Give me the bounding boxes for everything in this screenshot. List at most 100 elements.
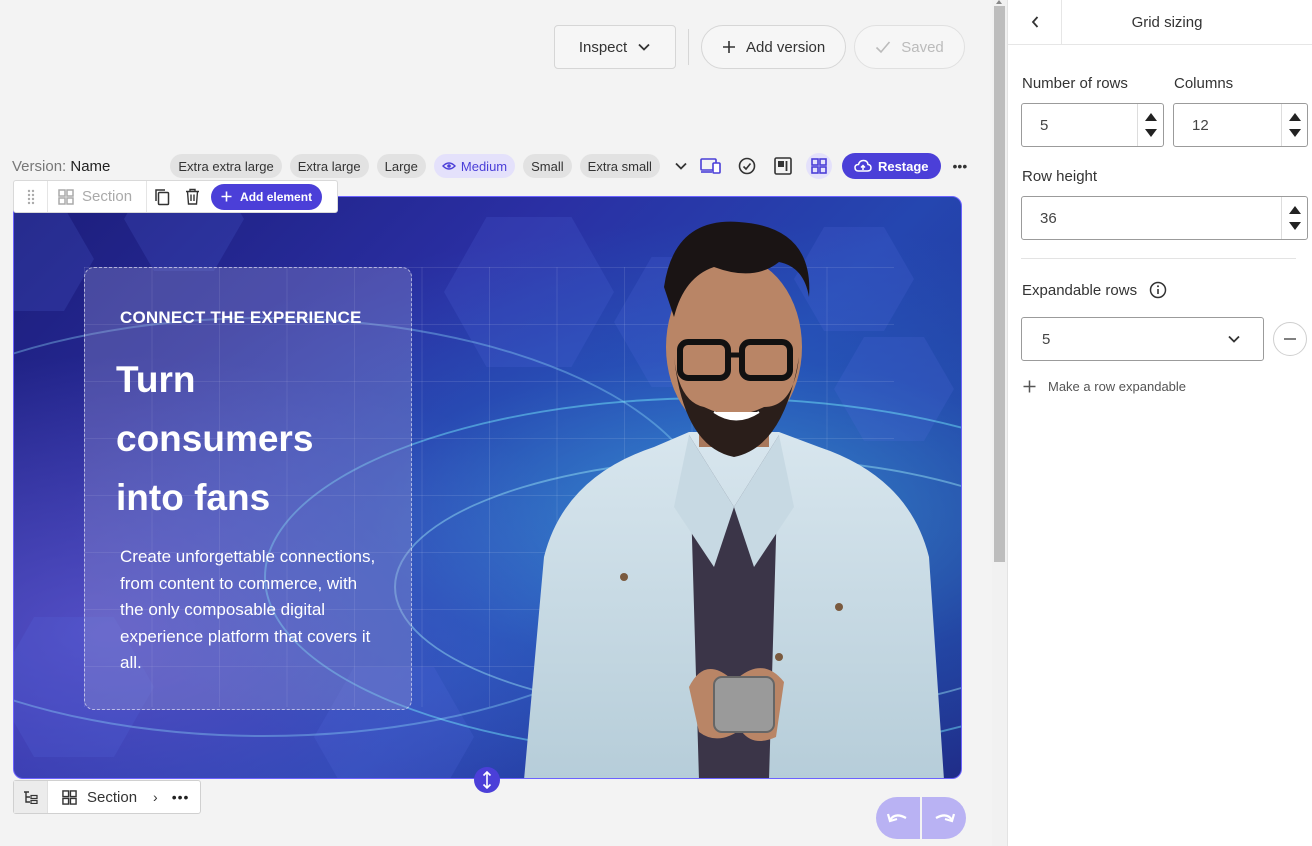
undo-icon [887, 813, 907, 823]
chevron-right-icon[interactable]: › [153, 789, 158, 805]
more-options-button[interactable]: ••• [953, 158, 968, 174]
inspect-button[interactable]: Inspect [554, 25, 676, 69]
divider [1021, 258, 1296, 259]
add-version-button[interactable]: Add version [701, 25, 847, 69]
section-label-group[interactable]: Section [48, 181, 148, 212]
breadcrumb-label: Section [87, 788, 138, 806]
rows-label: Number of rows [1022, 75, 1128, 92]
breakpoint-label: Extra extra large [178, 158, 274, 174]
breakpoint-label: Large [384, 158, 418, 174]
hero-section[interactable]: CONNECT THE EXPERIENCE Turn consumers in… [13, 196, 962, 779]
back-chevron-icon[interactable] [1008, 0, 1062, 44]
columns-stepper[interactable] [1281, 104, 1307, 146]
trash-icon[interactable] [177, 188, 207, 205]
eye-icon [441, 162, 456, 170]
plus-icon [723, 41, 735, 53]
plus-icon [221, 191, 232, 202]
canvas-area: Inspect Add version Saved Version: Name … [0, 0, 992, 846]
columns-label: Columns [1174, 75, 1234, 92]
row-height-value: 36 [1040, 209, 1057, 227]
check-circle-icon[interactable] [734, 153, 760, 179]
expandable-rows-select[interactable]: 5 [1021, 317, 1264, 361]
chevron-down-icon[interactable] [674, 159, 688, 173]
add-version-label: Add version [746, 38, 826, 56]
preview-icon[interactable] [770, 153, 796, 179]
stepper-down-icon[interactable] [1288, 129, 1301, 138]
breadcrumb-section[interactable]: Section [48, 789, 137, 806]
hero-body: Create unforgettable connections, from c… [120, 547, 376, 672]
breakpoint-small[interactable]: Small [523, 154, 572, 178]
hero-content-card[interactable]: CONNECT THE EXPERIENCE Turn consumers in… [84, 267, 412, 710]
person-image [524, 221, 944, 778]
section-toolbar: Section Add element [13, 180, 338, 213]
stepper-down-icon[interactable] [1144, 129, 1157, 138]
expandable-rows-label: Expandable rows [1022, 281, 1138, 299]
stepper-down-icon[interactable] [1288, 222, 1301, 231]
version-row: Version: Name Extra extra large Extra la… [12, 152, 967, 180]
restage-button[interactable]: Restage [841, 153, 941, 179]
make-row-expandable-label: Make a row expandable [1048, 379, 1187, 394]
redo-icon [935, 813, 955, 823]
breakpoint-label: Extra small [587, 158, 652, 174]
rows-stepper[interactable] [1137, 104, 1163, 146]
hero-headline: Turn consumers into fans [116, 350, 386, 527]
minus-icon [1284, 338, 1296, 340]
breakpoint-label: Small [531, 158, 564, 174]
drag-grip-icon[interactable] [14, 181, 48, 212]
stepper-up-icon[interactable] [1288, 112, 1301, 121]
vertical-scrollbar[interactable] [992, 0, 1007, 846]
stepper-up-icon[interactable] [1144, 112, 1157, 121]
grid-icon[interactable] [805, 153, 832, 179]
restage-label: Restage [877, 158, 929, 174]
remove-expandable-button[interactable] [1273, 322, 1307, 356]
breakpoint-xs[interactable]: Extra small [579, 154, 660, 178]
tree-icon[interactable] [14, 781, 48, 813]
cloud-upload-icon [854, 159, 872, 172]
breakpoint-xxl[interactable]: Extra extra large [170, 154, 282, 178]
resize-vertical-icon[interactable] [474, 767, 500, 793]
make-row-expandable-button[interactable]: Make a row expandable [1023, 379, 1186, 394]
hero-eyebrow: CONNECT THE EXPERIENCE [120, 308, 362, 327]
breakpoint-medium[interactable]: Medium [433, 154, 516, 178]
add-element-label: Add element [240, 189, 313, 204]
top-actions: Inspect Add version Saved [554, 25, 965, 69]
row-height-label: Row height [1022, 168, 1098, 185]
breakpoint-large[interactable]: Large [376, 154, 426, 178]
chevron-down-icon [638, 43, 650, 51]
redo-button[interactable] [922, 797, 966, 839]
section-grid-icon [58, 188, 74, 205]
stepper-up-icon[interactable] [1288, 205, 1301, 214]
saved-button: Saved [854, 25, 965, 69]
version-label[interactable]: Version: Name [12, 158, 110, 175]
info-icon[interactable] [1149, 281, 1167, 299]
copy-icon[interactable] [147, 188, 177, 206]
breakpoint-xl[interactable]: Extra large [289, 154, 369, 178]
row-height-stepper[interactable] [1281, 197, 1307, 239]
plus-icon [1023, 380, 1036, 393]
breadcrumb: Section › ••• [13, 780, 201, 814]
rows-input[interactable]: 5 [1021, 103, 1164, 147]
version-prefix: Version: [12, 157, 67, 175]
scroll-up-arrow[interactable] [996, 0, 1002, 4]
device-icon[interactable] [698, 153, 724, 179]
panel-title: Grid sizing [1131, 13, 1203, 31]
columns-input[interactable]: 12 [1173, 103, 1308, 147]
breadcrumb-more-button[interactable]: ••• [172, 789, 190, 805]
undo-button[interactable] [876, 797, 920, 839]
inspect-label: Inspect [578, 38, 628, 56]
undo-redo-group [876, 797, 966, 839]
expandable-rows-heading: Expandable rows [1022, 281, 1167, 299]
add-element-button[interactable]: Add element [211, 183, 323, 210]
version-name: Name [70, 157, 111, 175]
columns-value: 12 [1192, 116, 1209, 134]
headline-line: into fans [116, 477, 271, 518]
scrollbar-thumb[interactable] [994, 6, 1005, 562]
breakpoint-label: Medium [460, 158, 508, 174]
breakpoint-label: Extra large [297, 158, 361, 174]
breakpoint-group: Extra extra large Extra large Large Medi… [170, 154, 660, 178]
row-height-input[interactable]: 36 [1021, 196, 1308, 240]
expandable-rows-value: 5 [1042, 330, 1051, 348]
section-label: Section [82, 188, 133, 205]
chevron-down-icon [1228, 335, 1240, 343]
section-grid-icon [62, 789, 77, 805]
